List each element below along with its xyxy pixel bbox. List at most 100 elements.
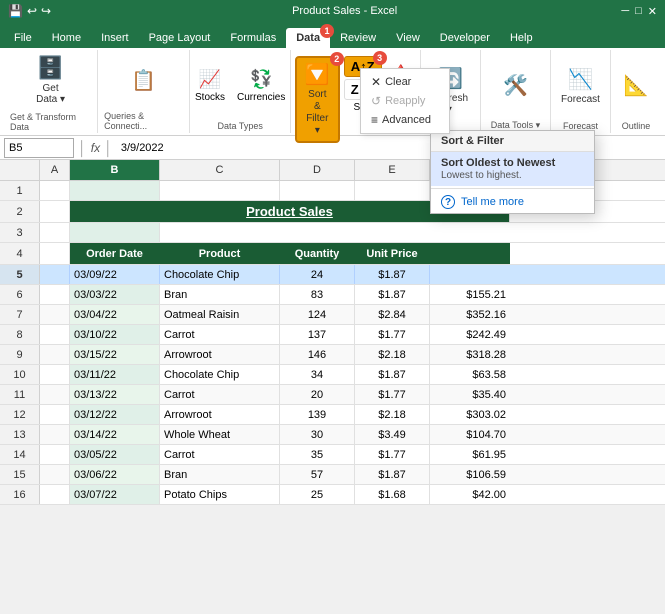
tab-home[interactable]: Home — [42, 28, 91, 48]
cell[interactable]: Carrot — [160, 325, 280, 344]
tab-formulas[interactable]: Formulas — [220, 28, 286, 48]
cell[interactable]: 03/13/22 — [70, 385, 160, 404]
row-num[interactable]: 14 — [0, 445, 40, 464]
cell[interactable] — [40, 201, 70, 222]
reapply-button[interactable]: ↺ Reapply — [365, 92, 445, 110]
stocks-button[interactable]: 📈 Stocks — [193, 67, 227, 105]
clear-button[interactable]: ✕ Clear — [365, 73, 445, 91]
cell[interactable]: $2.18 — [355, 405, 430, 424]
cell[interactable]: 146 — [280, 345, 355, 364]
row-num[interactable]: 10 — [0, 365, 40, 384]
cell[interactable]: 03/15/22 — [70, 345, 160, 364]
cell[interactable]: $1.87 — [355, 465, 430, 484]
row-num[interactable]: 2 — [0, 201, 40, 222]
cell[interactable]: $155.21 — [430, 285, 510, 304]
row-num[interactable]: 7 — [0, 305, 40, 324]
cell[interactable]: Carrot — [160, 445, 280, 464]
cell[interactable]: 03/07/22 — [70, 485, 160, 504]
row-num[interactable]: 6 — [0, 285, 40, 304]
header-quantity[interactable]: Quantity — [280, 243, 355, 264]
cell[interactable]: $242.49 — [430, 325, 510, 344]
cell[interactable]: 03/12/22 — [70, 405, 160, 424]
tab-developer[interactable]: Developer — [430, 28, 500, 48]
cell[interactable]: $104.70 — [430, 425, 510, 444]
cell[interactable]: $1.77 — [355, 385, 430, 404]
tell-me-more-item[interactable]: ? Tell me more — [431, 191, 594, 213]
minimize-btn[interactable]: ─ — [621, 5, 629, 18]
cell[interactable] — [160, 181, 280, 200]
header-order-date[interactable]: Order Date — [70, 243, 160, 264]
tab-file[interactable]: File — [4, 28, 42, 48]
row-num[interactable]: 11 — [0, 385, 40, 404]
row-num[interactable]: 4 — [0, 243, 40, 264]
row-num[interactable]: 13 — [0, 425, 40, 444]
currencies-button[interactable]: 💱 Currencies — [235, 67, 287, 105]
cell[interactable]: 124 — [280, 305, 355, 324]
tab-view[interactable]: View — [386, 28, 430, 48]
cell[interactable]: Oatmeal Raisin — [160, 305, 280, 324]
sort-filter-button[interactable]: 🔽 Sort &Filter ▾ 2 — [295, 56, 340, 143]
cell[interactable]: $1.87 — [355, 285, 430, 304]
row-num[interactable]: 1 — [0, 181, 40, 200]
row-num[interactable]: 9 — [0, 345, 40, 364]
cell[interactable]: 139 — [280, 405, 355, 424]
header-total[interactable] — [430, 243, 510, 264]
cell[interactable]: Potato Chips — [160, 485, 280, 504]
cell[interactable]: 30 — [280, 425, 355, 444]
cell-d5[interactable]: 24 — [280, 265, 355, 284]
cell[interactable] — [280, 181, 355, 200]
undo-icon[interactable]: ↩ — [27, 4, 37, 18]
cell[interactable]: $2.18 — [355, 345, 430, 364]
cell[interactable]: 03/11/22 — [70, 365, 160, 384]
tab-page-layout[interactable]: Page Layout — [139, 28, 221, 48]
cell[interactable] — [355, 181, 430, 200]
cell[interactable]: $1.77 — [355, 325, 430, 344]
cell[interactable]: 35 — [280, 445, 355, 464]
cell[interactable]: $63.58 — [430, 365, 510, 384]
advanced-button[interactable]: ≡ Advanced — [365, 111, 445, 129]
save-icon[interactable]: 💾 — [8, 4, 23, 18]
cell[interactable]: Bran — [160, 465, 280, 484]
row-num[interactable]: 12 — [0, 405, 40, 424]
name-box[interactable] — [4, 138, 74, 158]
cell[interactable]: $61.95 — [430, 445, 510, 464]
cell[interactable]: 03/05/22 — [70, 445, 160, 464]
row-num[interactable]: 5 — [0, 265, 40, 284]
cell[interactable]: 25 — [280, 485, 355, 504]
cell[interactable]: $352.16 — [430, 305, 510, 324]
col-header-e[interactable]: E — [355, 160, 430, 180]
row-num[interactable]: 8 — [0, 325, 40, 344]
col-header-a[interactable]: A — [40, 160, 70, 180]
col-header-b[interactable]: B — [70, 160, 160, 180]
cell[interactable]: 57 — [280, 465, 355, 484]
cell[interactable]: 03/06/22 — [70, 465, 160, 484]
cell[interactable]: Arrowroot — [160, 405, 280, 424]
cell-f5[interactable] — [430, 265, 510, 284]
cell[interactable] — [70, 181, 160, 200]
cell[interactable] — [40, 181, 70, 200]
get-data-button[interactable]: 🗄️ GetData ▾ — [31, 52, 70, 108]
cell[interactable]: Chocolate Chip — [160, 365, 280, 384]
cell[interactable]: $106.59 — [430, 465, 510, 484]
cell[interactable]: 03/04/22 — [70, 305, 160, 324]
cell[interactable]: 137 — [280, 325, 355, 344]
close-btn[interactable]: ✕ — [648, 5, 657, 18]
cell[interactable]: $1.77 — [355, 445, 430, 464]
cell[interactable]: Arrowroot — [160, 345, 280, 364]
cell[interactable]: 34 — [280, 365, 355, 384]
redo-icon[interactable]: ↪ — [41, 4, 51, 18]
cell[interactable]: Bran — [160, 285, 280, 304]
tab-review[interactable]: Review — [330, 28, 386, 48]
tab-data[interactable]: Data 1 — [286, 28, 330, 48]
cell[interactable]: $42.00 — [430, 485, 510, 504]
cell[interactable]: $318.28 — [430, 345, 510, 364]
tab-help[interactable]: Help — [500, 28, 543, 48]
col-header-d[interactable]: D — [280, 160, 355, 180]
cell[interactable]: $35.40 — [430, 385, 510, 404]
cell[interactable]: Carrot — [160, 385, 280, 404]
cell-c5[interactable]: Chocolate Chip — [160, 265, 280, 284]
forecast-button[interactable]: 📉 Forecast — [556, 52, 605, 119]
cell[interactable]: $3.49 — [355, 425, 430, 444]
row-num[interactable]: 3 — [0, 223, 40, 242]
cell[interactable]: 03/10/22 — [70, 325, 160, 344]
